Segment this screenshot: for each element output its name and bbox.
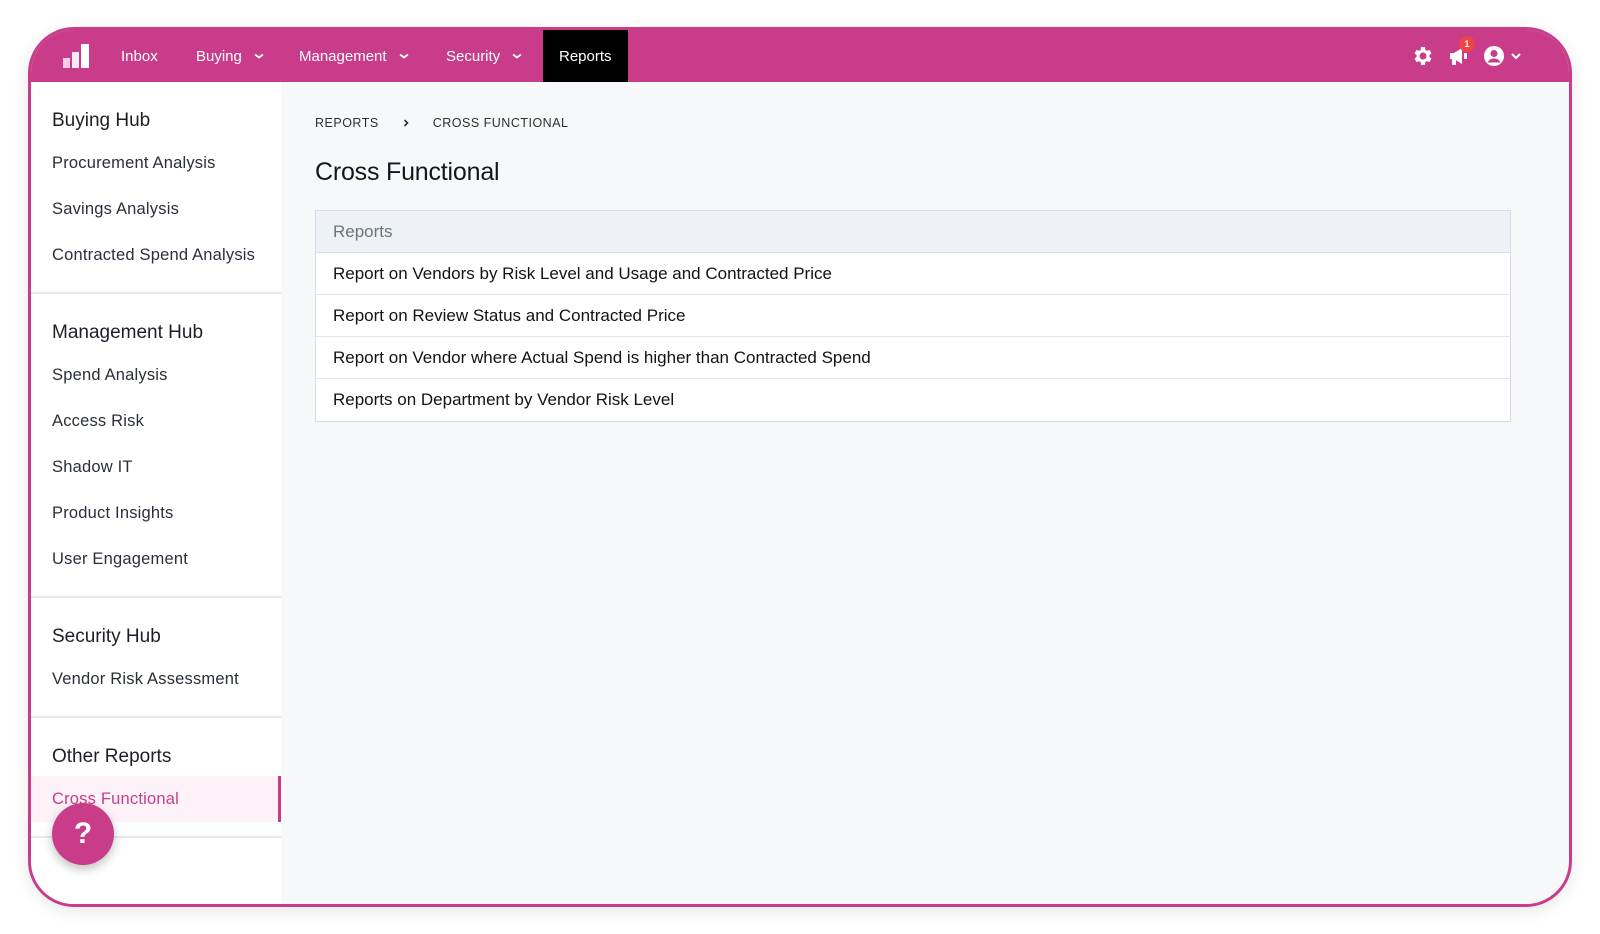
page-title: Cross Functional (315, 158, 500, 186)
nav-inbox[interactable]: Inbox (121, 30, 158, 82)
sidebar-item-user-engagement[interactable]: User Engagement (31, 536, 281, 582)
nav-inbox-label: Inbox (121, 47, 158, 65)
sidebar-item-contracted-spend-analysis[interactable]: Contracted Spend Analysis (31, 232, 281, 278)
nav-reports[interactable]: Reports (543, 30, 628, 82)
sidebar-section-title: Other Reports (52, 746, 172, 767)
table-header: Reports (316, 211, 1510, 253)
sidebar-section-security-hub: Security Hub Vendor Risk Assessment (31, 598, 281, 718)
report-row-actual-vs-contracted-spend[interactable]: Report on Vendor where Actual Spend is h… (316, 337, 1510, 379)
notification-badge: 1 (1459, 36, 1475, 52)
top-nav-bar: Inbox Buying Management Security Reports… (31, 30, 1569, 82)
gear-icon[interactable] (1411, 44, 1435, 68)
sidebar-item-access-risk[interactable]: Access Risk (31, 398, 281, 444)
breadcrumb-reports-link[interactable]: REPORTS (315, 116, 379, 130)
app-window: Inbox Buying Management Security Reports… (28, 27, 1572, 907)
sidebar-item-vendor-risk-assessment[interactable]: Vendor Risk Assessment (31, 656, 281, 702)
help-button[interactable]: ? (52, 803, 114, 865)
nav-management[interactable]: Management (299, 30, 409, 82)
sidebar: Buying Hub Procurement Analysis Savings … (31, 82, 281, 904)
sidebar-item-spend-analysis[interactable]: Spend Analysis (31, 352, 281, 398)
sidebar-section-title: Management Hub (52, 322, 204, 343)
user-avatar-icon[interactable] (1482, 44, 1506, 68)
breadcrumb: REPORTS CROSS FUNCTIONAL (315, 116, 569, 130)
nav-buying[interactable]: Buying (196, 30, 264, 82)
main-content: REPORTS CROSS FUNCTIONAL Cross Functiona… (281, 82, 1569, 904)
report-row-review-status-price[interactable]: Report on Review Status and Contracted P… (316, 295, 1510, 337)
sidebar-item-product-insights[interactable]: Product Insights (31, 490, 281, 536)
chevron-down-icon (512, 53, 522, 59)
sidebar-section-title: Buying Hub (52, 110, 151, 131)
sidebar-section-title: Security Hub (52, 626, 161, 647)
chevron-down-icon (254, 53, 264, 59)
breadcrumb-current: CROSS FUNCTIONAL (432, 116, 569, 130)
sidebar-item-procurement-analysis[interactable]: Procurement Analysis (31, 140, 281, 186)
sidebar-section-buying-hub: Buying Hub Procurement Analysis Savings … (31, 82, 281, 294)
reports-table: Reports Report on Vendors by Risk Level … (315, 210, 1511, 422)
sidebar-item-shadow-it[interactable]: Shadow IT (31, 444, 281, 490)
chevron-right-icon (403, 119, 409, 127)
chevron-down-icon[interactable] (1509, 44, 1523, 68)
chevron-down-icon (398, 53, 409, 59)
nav-security[interactable]: Security (446, 30, 522, 82)
sidebar-section-management-hub: Management Hub Spend Analysis Access Ris… (31, 294, 281, 598)
logo-icon[interactable] (63, 44, 89, 68)
sidebar-item-savings-analysis[interactable]: Savings Analysis (31, 186, 281, 232)
nav-reports-label: Reports (559, 47, 612, 65)
report-row-vendors-risk-usage-price[interactable]: Report on Vendors by Risk Level and Usag… (316, 253, 1510, 295)
nav-management-label: Management (299, 47, 387, 65)
report-row-department-by-risk-level[interactable]: Reports on Department by Vendor Risk Lev… (316, 379, 1510, 421)
nav-security-label: Security (446, 47, 501, 65)
nav-buying-label: Buying (196, 47, 242, 65)
